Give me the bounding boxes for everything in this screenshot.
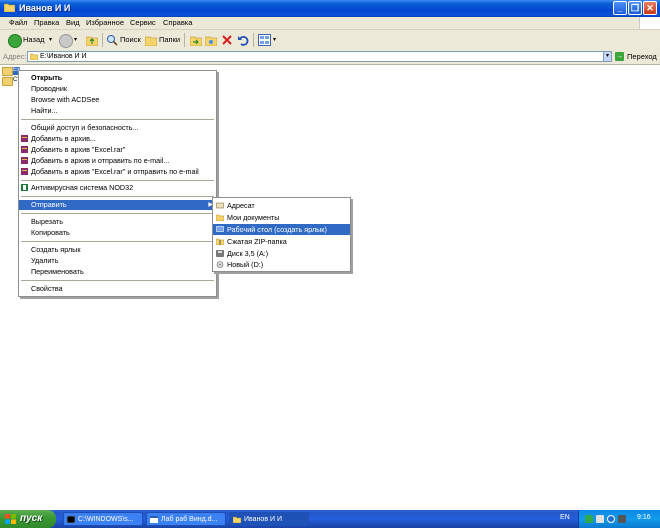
menu-item-add-excel-rar[interactable]: Добавить в архив "Excel.rar" [19, 145, 216, 155]
task-word[interactable]: Лаб раб Винд.d... [146, 512, 226, 526]
antivirus-tray-icon[interactable] [607, 515, 615, 523]
zip-folder-icon [216, 238, 224, 245]
tray-app-icon[interactable] [618, 515, 626, 523]
forward-dropdown-icon[interactable]: ▾ [74, 33, 77, 47]
send-to-drive-d[interactable]: Новый (D:) [213, 259, 350, 270]
network-icon[interactable] [585, 515, 593, 523]
drive-icon [216, 261, 224, 268]
send-to-desktop[interactable]: Рабочий стол (создать ярлык) [213, 224, 350, 235]
menu-item-find[interactable]: Найти... [19, 106, 216, 116]
start-label: пуск [20, 513, 43, 524]
winrar-icon [21, 135, 28, 142]
address-dropdown-icon[interactable]: ▾ [603, 51, 612, 62]
floppy-icon [216, 250, 224, 257]
send-to-submenu: Адресат Мои документы Рабочий стол (созд… [212, 197, 351, 272]
menu-item-rename[interactable]: Переименовать [19, 267, 216, 277]
go-label: Переход [627, 52, 657, 61]
address-value: E:\Иванов И И [40, 53, 87, 60]
minimize-button[interactable]: _ [613, 1, 627, 15]
folders-icon[interactable] [145, 34, 157, 46]
winrar-icon [21, 168, 28, 175]
folders-button[interactable]: Папки [159, 33, 180, 47]
search-icon[interactable] [106, 34, 118, 46]
close-button[interactable]: ✕ [643, 1, 657, 15]
folder-icon [30, 53, 38, 60]
undo-icon[interactable] [237, 34, 249, 46]
send-to-my-documents[interactable]: Мои документы [213, 212, 350, 223]
menu-file[interactable]: Файл [9, 18, 27, 27]
menu-item-excel-rar-email[interactable]: Добавить в архив "Excel.rar" и отправить… [19, 167, 216, 177]
task-cmd[interactable]: C:\WINDOWS\s... [63, 512, 143, 526]
views-dropdown-icon[interactable]: ▾ [273, 33, 276, 47]
menu-item-create-shortcut[interactable]: Создать ярлык [19, 245, 216, 255]
menu-item-copy[interactable]: Копировать [19, 228, 216, 238]
desktop-icon [216, 226, 224, 232]
folder-icon [2, 77, 13, 86]
send-to-floppy[interactable]: Диск 3,5 (A:) [213, 248, 350, 259]
start-button[interactable]: пуск [0, 510, 56, 528]
copy-to-icon[interactable] [205, 34, 217, 46]
windows-flag-icon [639, 17, 660, 29]
go-arrow-icon: → [615, 52, 624, 61]
up-folder-icon[interactable] [86, 34, 98, 46]
menu-item-archive-email[interactable]: Добавить в архив и отправить по e-mail..… [19, 156, 216, 166]
menu-tools[interactable]: Сервис [130, 18, 156, 27]
back-button[interactable]: Назад [23, 33, 45, 47]
menu-item-add-archive[interactable]: Добавить в архив... [19, 134, 216, 144]
maximize-button[interactable]: ❐ [628, 1, 642, 15]
clock[interactable]: 9:16 [637, 514, 651, 521]
menu-bar: Файл Правка Вид Избранное Сервис Справка [0, 17, 660, 30]
mail-recipient-icon [216, 202, 224, 209]
title-bar[interactable]: Иванов И И _ ❐ ✕ [0, 0, 660, 17]
address-field[interactable]: E:\Иванов И И [27, 51, 612, 62]
system-tray: 9:16 [578, 510, 660, 528]
winrar-icon [21, 146, 28, 153]
menu-help[interactable]: Справка [163, 18, 192, 27]
menu-item-properties[interactable]: Свойства [19, 284, 216, 294]
menu-item-nod32[interactable]: Антивирусная система NOD32 [19, 183, 216, 193]
back-arrow-icon[interactable] [8, 34, 22, 48]
menu-item-delete[interactable]: Удалить [19, 256, 216, 266]
menu-favorites[interactable]: Избранное [86, 18, 124, 27]
windows-logo-icon [5, 514, 16, 524]
task-explorer[interactable]: Иванов И И [229, 512, 309, 526]
search-button[interactable]: Поиск [120, 33, 141, 47]
toolbar: Назад ▾ ▾ Поиск Папки ▾ [0, 30, 660, 51]
menu-item-explorer[interactable]: Проводник [19, 84, 216, 94]
folder-icon [4, 3, 15, 12]
nod32-icon [21, 184, 28, 191]
volume-icon[interactable] [596, 515, 604, 523]
send-to-zip-folder[interactable]: Сжатая ZIP-папка [213, 236, 350, 247]
menu-edit[interactable]: Правка [34, 18, 59, 27]
folder-icon [233, 516, 241, 523]
address-bar: Адрес: E:\Иванов И И ▾ → Переход [0, 50, 660, 65]
forward-arrow-icon[interactable] [59, 34, 73, 48]
views-icon[interactable] [258, 34, 271, 46]
folder-icon [2, 67, 13, 76]
context-menu: Открыть Проводник Browse with ACDSee Най… [18, 70, 217, 297]
language-indicator[interactable]: EN [560, 514, 570, 521]
word-document-icon [150, 516, 158, 523]
address-label: Адрес: [3, 52, 27, 61]
menu-view[interactable]: Вид [66, 18, 80, 27]
window-title: Иванов И И [19, 3, 71, 13]
delete-icon[interactable] [221, 34, 233, 46]
move-to-icon[interactable] [190, 34, 202, 46]
console-icon [67, 516, 75, 523]
menu-item-send-to[interactable]: Отправить ▶ [19, 200, 216, 210]
taskbar: пуск C:\WINDOWS\s... Лаб раб Винд.d... И… [0, 510, 660, 528]
folder-icon [216, 214, 224, 221]
menu-item-sharing[interactable]: Общий доступ и безопасность... [19, 123, 216, 133]
menu-item-acdsee[interactable]: Browse with ACDSee [19, 95, 216, 105]
back-dropdown-icon[interactable]: ▾ [49, 33, 52, 47]
menu-item-open[interactable]: Открыть [19, 73, 216, 83]
winrar-icon [21, 157, 28, 164]
send-to-mail-recipient[interactable]: Адресат [213, 200, 350, 211]
menu-item-cut[interactable]: Вырезать [19, 217, 216, 227]
